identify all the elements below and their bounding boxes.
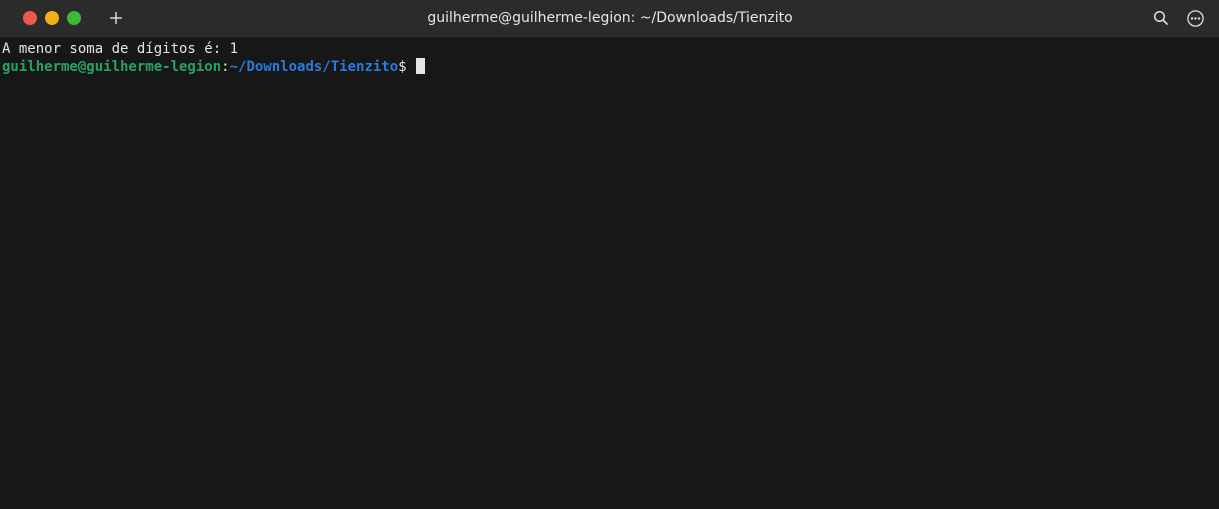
text-cursor: [415, 58, 425, 74]
terminal-prompt-line: guilherme@guilherme-legion:~/Downloads/T…: [0, 58, 1219, 76]
prompt-symbol: $: [398, 59, 407, 75]
search-icon[interactable]: [1152, 9, 1170, 27]
close-icon[interactable]: [23, 11, 37, 25]
title-bar: guilherme@guilherme-legion: ~/Downloads/…: [0, 0, 1219, 38]
minimize-icon[interactable]: [45, 11, 59, 25]
prompt-path: ~/Downloads/Tienzito: [229, 59, 399, 75]
plus-icon[interactable]: [106, 8, 126, 28]
window-title: guilherme@guilherme-legion: ~/Downloads/…: [427, 10, 793, 26]
menu-icon[interactable]: [1186, 9, 1205, 28]
terminal-output-line: A menor soma de dígitos é: 1: [0, 40, 1219, 58]
maximize-icon[interactable]: [67, 11, 81, 25]
terminal-area[interactable]: A menor soma de dígitos é: 1 guilherme@g…: [0, 38, 1219, 509]
prompt-separator: :: [221, 59, 230, 75]
terminal-window: guilherme@guilherme-legion: ~/Downloads/…: [0, 0, 1219, 509]
prompt-user-host: guilherme@guilherme-legion: [2, 59, 222, 75]
output-text: A menor soma de dígitos é: 1: [2, 41, 239, 57]
